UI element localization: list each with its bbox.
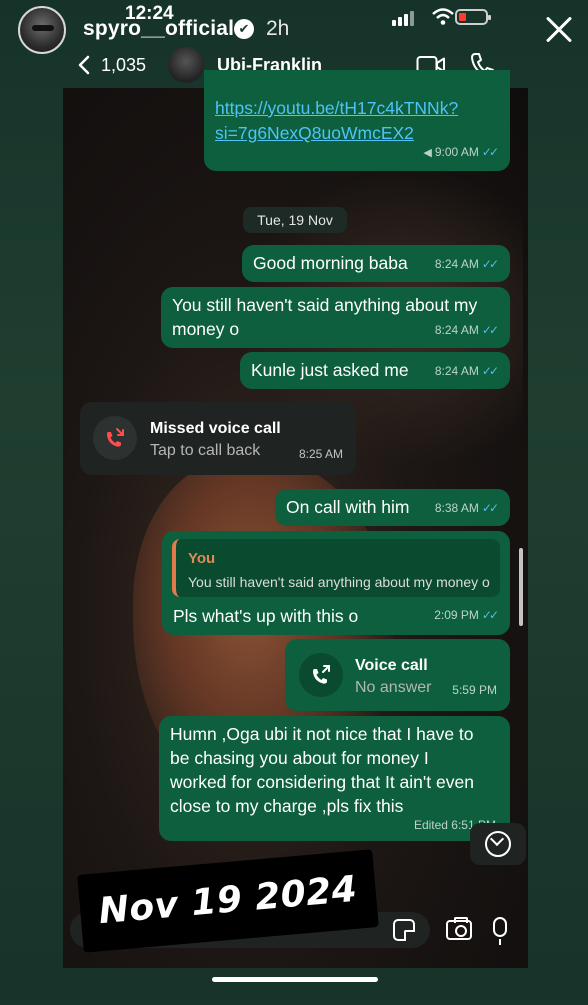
link-message-bubble[interactable]: https://youtu.be/tH17c4kTNNk? si=7g6NexQ… <box>204 70 510 171</box>
message-text: Good morning baba <box>253 253 408 273</box>
link-line-2[interactable]: si=7g6NexQ8uoWmcEX2 <box>215 121 414 145</box>
missed-call-bubble[interactable]: Missed voice call Tap to call back 8:25 … <box>80 402 356 475</box>
message-time: 8:38 AM ✓✓ <box>434 501 499 515</box>
back-unread-count[interactable]: 1,035 <box>101 55 146 76</box>
camera-icon[interactable] <box>446 917 472 940</box>
message-text-line-1: You still haven't said anything about my <box>172 295 478 315</box>
date-separator: Tue, 19 Nov <box>243 207 347 233</box>
chat-scrollbar[interactable] <box>519 548 523 626</box>
outgoing-call-icon <box>299 653 343 697</box>
message-text: Kunle just asked me <box>251 360 409 380</box>
message-time: 2:09 PM ✓✓ <box>434 608 499 622</box>
message-text: On call with him <box>286 497 410 517</box>
read-ticks-icon: ✓✓ <box>481 608 499 622</box>
quoted-message[interactable]: You You still haven't said anything abou… <box>172 539 500 597</box>
close-icon[interactable] <box>538 10 578 50</box>
message-text-line-2: be chasing you about for money I <box>170 748 429 768</box>
message-time: 5:59 PM <box>452 683 497 697</box>
message-text-line-2: money o <box>172 319 240 339</box>
story-username[interactable]: spyro__official <box>83 17 234 41</box>
verified-icon: ✔ <box>234 19 254 39</box>
message-bubble[interactable]: Good morning baba 8:24 AM ✓✓ <box>242 245 510 282</box>
audio-icon: ◀ <box>423 147 435 159</box>
battery-icon <box>455 9 491 25</box>
wifi-icon <box>432 8 454 25</box>
message-text-line-1: Humn ,Oga ubi it not nice that I have to <box>170 724 474 744</box>
message-text-line-3: worked for considering that It ain't eve… <box>170 772 474 792</box>
message-bubble[interactable]: Humn ,Oga ubi it not nice that I have to… <box>159 716 510 841</box>
read-ticks-icon: ✓✓ <box>481 257 499 271</box>
voice-call-bubble[interactable]: Voice call No answer 5:59 PM <box>285 639 510 711</box>
read-ticks-icon: ✓✓ <box>481 364 499 378</box>
story-age: 2h <box>266 17 290 40</box>
message-text: Pls what's up with this o <box>173 606 359 626</box>
message-time: 8:24 AM ✓✓ <box>434 323 499 337</box>
avatar-glasses <box>32 25 54 31</box>
link-line-1[interactable]: https://youtu.be/tH17c4kTNNk? <box>215 96 458 120</box>
read-ticks-icon: ✓✓ <box>481 145 499 159</box>
read-ticks-icon: ✓✓ <box>481 323 499 337</box>
message-bubble[interactable]: Kunle just asked me 8:24 AM ✓✓ <box>240 352 510 389</box>
read-ticks-icon: ✓✓ <box>481 501 499 515</box>
message-bubble[interactable]: You still haven't said anything about my… <box>161 287 510 348</box>
call-title: Voice call <box>355 657 428 674</box>
missed-call-icon <box>93 416 137 460</box>
story-avatar[interactable] <box>18 6 66 54</box>
call-subtitle: No answer <box>355 679 432 696</box>
status-icons <box>392 6 492 28</box>
message-time: 8:25 AM <box>298 447 343 461</box>
message-bubble[interactable]: On call with him 8:38 AM ✓✓ <box>275 489 510 526</box>
quoted-sender: You <box>188 550 216 567</box>
scroll-down-icon[interactable] <box>470 823 526 865</box>
call-subtitle: Tap to call back <box>150 442 261 459</box>
contact-avatar[interactable] <box>168 47 204 83</box>
mic-icon[interactable] <box>493 917 507 945</box>
home-indicator[interactable] <box>212 977 378 982</box>
call-title: Missed voice call <box>150 420 281 437</box>
sticker-icon[interactable] <box>393 919 415 941</box>
back-chevron-icon[interactable] <box>78 55 90 75</box>
reply-message-bubble[interactable]: You You still haven't said anything abou… <box>162 531 510 635</box>
message-time: 8:24 AM ✓✓ <box>434 257 499 271</box>
message-time: 8:24 AM ✓✓ <box>434 364 499 378</box>
message-time: ◀ 9:00 AM ✓✓ <box>423 145 499 159</box>
message-text-line-4: close to my charge ,pls fix this <box>170 796 404 816</box>
quoted-text: You still haven't said anything about my… <box>188 574 490 590</box>
